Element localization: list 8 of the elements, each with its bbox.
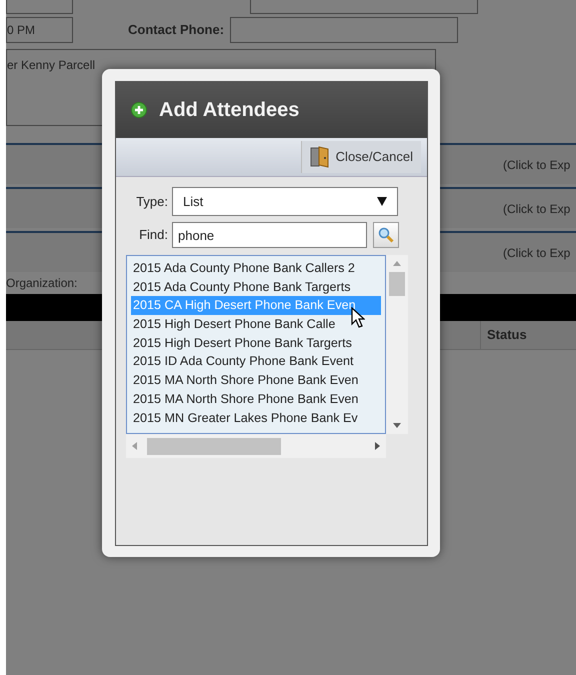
section-hint: (Click to Exp bbox=[503, 156, 572, 174]
section-hint: (Click to Exp bbox=[503, 244, 572, 262]
find-label: Find: bbox=[138, 226, 168, 244]
field-label: Contact Phone: bbox=[128, 21, 224, 40]
section-hint: (Click to Exp bbox=[503, 200, 572, 218]
dialog-title: Add Attendees bbox=[159, 98, 300, 123]
organization-label: Organization: bbox=[6, 275, 78, 292]
type-label: Type: bbox=[135, 192, 168, 211]
